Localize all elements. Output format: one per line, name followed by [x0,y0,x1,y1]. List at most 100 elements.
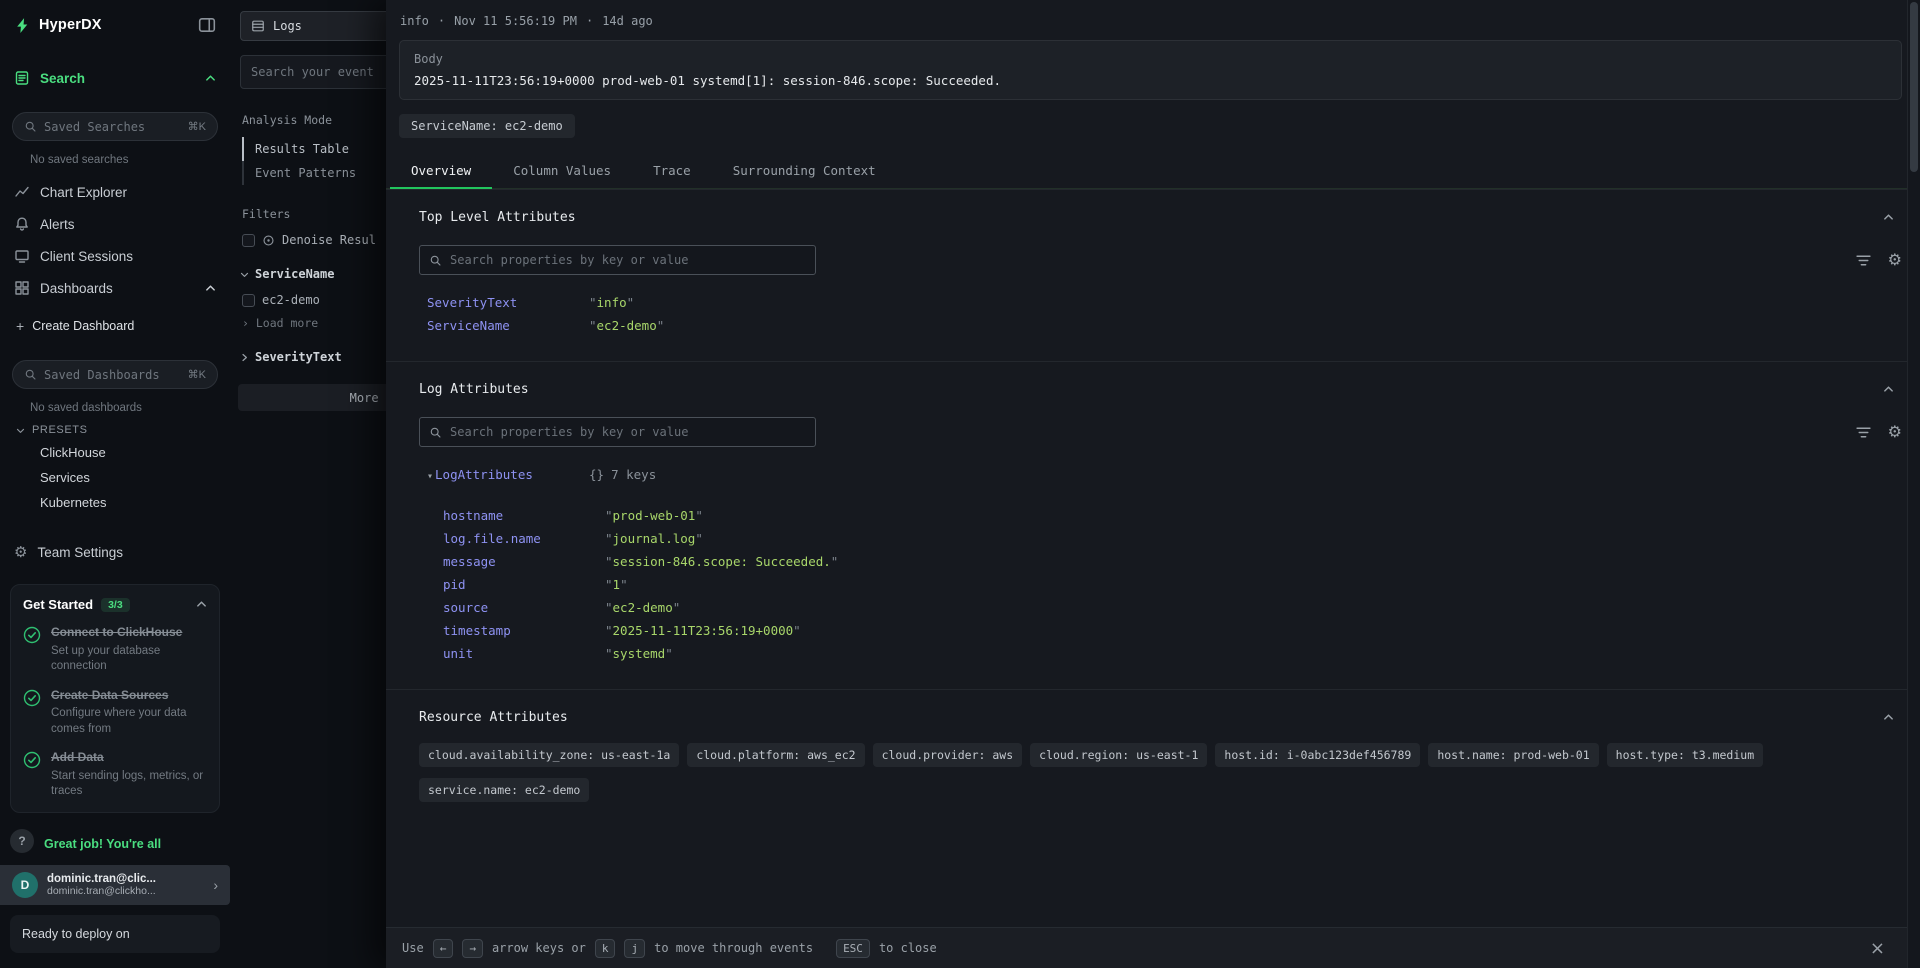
attr-value[interactable]: 2025-11-11T23:56:19+0000 [605,623,801,638]
facet-title: ServiceName [255,267,334,281]
attr-key[interactable]: unit [443,642,605,665]
saved-dashboards-button[interactable]: Saved Dashboards ⌘K [12,360,218,389]
sidebar-item-team-settings[interactable]: ⚙ Team Settings [0,537,230,568]
checkbox[interactable] [242,234,255,247]
create-dashboard-label: Create Dashboard [32,319,134,333]
resource-tag[interactable]: cloud.platform: aws_ec2 [687,743,864,767]
attr-key[interactable]: hostname [443,504,605,527]
denoise-results-checkbox-row[interactable]: Denoise Resul [242,233,386,247]
log-attributes-root[interactable]: ▾LogAttributes {}7 keys [419,463,1902,488]
presets-toggle[interactable]: PRESETS [0,414,230,440]
help-icon[interactable]: ? [10,829,34,853]
close-icon[interactable]: × [1870,938,1885,959]
resource-tag[interactable]: host.name: prod-web-01 [1428,743,1598,767]
get-started-step-add-data[interactable]: Add Data Start sending logs, metrics, or… [23,750,207,800]
resource-tag[interactable]: host.type: t3.medium [1607,743,1763,767]
settings-gear-icon[interactable]: ⚙ [1888,252,1902,268]
attr-row: ServiceName ec2-demo [427,314,1902,337]
attr-key[interactable]: SeverityText [427,291,589,314]
tab-overview[interactable]: Overview [390,154,492,189]
property-search-input[interactable] [450,253,806,267]
attr-value[interactable]: ec2-demo [605,600,680,615]
attr-key[interactable]: pid [443,573,605,596]
deploy-banner[interactable]: Ready to deploy on [10,915,220,953]
log-detail-drawer: info · Nov 11 5:56:19 PM · 14d ago Body … [386,0,1920,968]
attr-value[interactable]: prod-web-01 [605,508,703,523]
attr-value[interactable]: ec2-demo [589,318,664,333]
no-saved-dashboards-note: No saved dashboards [30,402,230,414]
attr-value[interactable]: info [589,295,634,310]
footer-text: to move through events [654,941,813,955]
scrollbar-thumb[interactable] [1910,2,1918,172]
attr-key[interactable]: source [443,596,605,619]
attr-row: unit systemd [443,642,1902,665]
tab-trace[interactable]: Trace [632,154,712,189]
sidebar-item-client-sessions[interactable]: Client Sessions [0,240,230,272]
sidebar-item-chart-explorer[interactable]: Chart Explorer [0,176,230,208]
property-search-input[interactable] [450,425,806,439]
sort-lines-icon[interactable] [1855,424,1872,441]
filters-label: Filters [242,207,386,221]
tab-surrounding-context[interactable]: Surrounding Context [712,154,897,189]
attr-key[interactable]: timestamp [443,619,605,642]
mode-results-table[interactable]: Results Table [242,137,386,161]
facet-severitytext-toggle[interactable]: SeverityText [240,350,386,364]
section-title: Resource Attributes [419,710,1883,725]
preset-item-kubernetes[interactable]: Kubernetes [0,490,230,515]
collapse-section-icon[interactable] [1883,384,1894,395]
severity-badge: info [400,14,429,28]
step-desc: Configure where your data comes from [51,706,207,737]
mode-event-patterns[interactable]: Event Patterns [242,161,386,185]
attr-key[interactable]: log.file.name [443,527,605,550]
get-started-step-sources[interactable]: Create Data Sources Configure where your… [23,688,207,738]
presets-label: PRESETS [32,424,88,436]
get-started-header[interactable]: Get Started 3/3 [23,597,207,612]
attr-value[interactable]: journal.log [605,531,703,546]
resource-tag[interactable]: cloud.provider: aws [873,743,1023,767]
chevron-down-icon [240,270,249,279]
service-name-tag[interactable]: ServiceName: ec2-demo [399,114,575,138]
attr-key[interactable]: message [443,550,605,573]
sidebar-nav: Chart Explorer Alerts Client Sessions Da… [0,176,230,304]
settings-gear-icon[interactable]: ⚙ [1888,424,1902,440]
tree-caret-icon[interactable]: ▾ [427,471,433,482]
sort-lines-icon[interactable] [1855,252,1872,269]
facet-value-ec2-demo[interactable]: ec2-demo [242,293,386,307]
sidebar-collapse-icon[interactable] [198,16,216,34]
saved-searches-button[interactable]: Saved Searches ⌘K [12,112,218,141]
resource-tag[interactable]: service.name: ec2-demo [419,778,589,802]
attr-value[interactable]: session-846.scope: Succeeded. [605,554,838,569]
get-started-step-connect[interactable]: Connect to ClickHouse Set up your databa… [23,625,207,675]
sidebar-item-alerts[interactable]: Alerts [0,208,230,240]
step-title: Create Data Sources [51,688,207,704]
analysis-mode-label: Analysis Mode [242,113,386,127]
event-body-panel: Body 2025-11-11T23:56:19+0000 prod-web-0… [399,40,1902,100]
sidebar-item-dashboards[interactable]: Dashboards [0,272,230,304]
checkbox[interactable] [242,294,255,307]
tab-column-values[interactable]: Column Values [492,154,632,189]
attr-key[interactable]: LogAttributes [435,467,533,482]
great-job-banner: ? Great job! You're all [0,829,230,859]
resource-tag[interactable]: cloud.availability_zone: us-east-1a [419,743,679,767]
collapse-section-icon[interactable] [1883,212,1894,223]
preset-label: ClickHouse [40,445,106,460]
scrollbar[interactable] [1907,0,1920,968]
sidebar-item-label: Dashboards [40,281,195,296]
hyperdx-logo-icon [14,17,31,34]
attr-value[interactable]: systemd [605,646,673,661]
attr-key[interactable]: ServiceName [427,314,589,337]
sidebar-item-search[interactable]: Search [0,62,230,94]
facet-servicename-toggle[interactable]: ServiceName [240,267,386,281]
create-dashboard-button[interactable]: + Create Dashboard [0,310,230,342]
resource-tag[interactable]: cloud.region: us-east-1 [1030,743,1207,767]
collapse-section-icon[interactable] [1883,712,1894,723]
attr-value[interactable]: 1 [605,577,628,592]
resource-tag[interactable]: host.id: i-0abc123def456789 [1215,743,1420,767]
user-menu[interactable]: D dominic.tran@clic... dominic.tran@clic… [0,865,230,905]
source-label: Logs [273,19,302,33]
chevron-down-icon [16,426,25,435]
load-more-link[interactable]: › Load more [242,316,386,330]
body-label: Body [414,52,1887,66]
preset-item-clickhouse[interactable]: ClickHouse [0,440,230,465]
preset-item-services[interactable]: Services [0,465,230,490]
